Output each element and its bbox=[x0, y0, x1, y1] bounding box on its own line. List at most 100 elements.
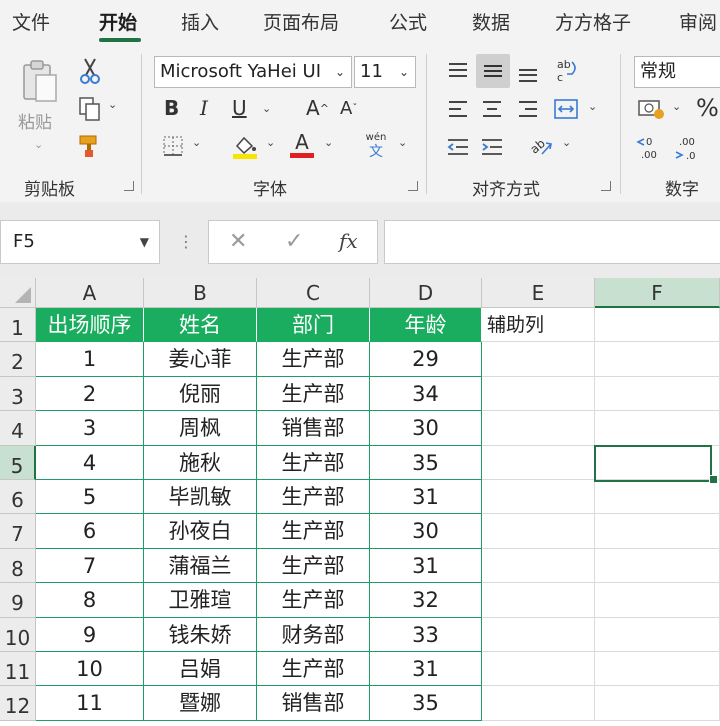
cell-f10[interactable] bbox=[595, 617, 720, 652]
cell-e3[interactable] bbox=[482, 376, 595, 412]
font-size-select[interactable]: 11 ⌄ bbox=[354, 56, 416, 88]
cell-f8[interactable] bbox=[595, 548, 720, 584]
column-header-a[interactable]: A bbox=[36, 278, 144, 308]
cell-f3[interactable] bbox=[595, 376, 720, 412]
cell-b7[interactable]: 孙夜白 bbox=[144, 514, 257, 549]
cell-c4[interactable]: 销售部 bbox=[257, 411, 370, 446]
cell-b11[interactable]: 吕娟 bbox=[144, 652, 257, 687]
cell-c1[interactable]: 部门 bbox=[257, 308, 370, 343]
cell-e12[interactable] bbox=[482, 686, 595, 721]
borders-chevron-icon[interactable]: ⌄ bbox=[192, 136, 201, 149]
row-header-3[interactable]: 3 bbox=[0, 376, 36, 412]
cell-b4[interactable]: 周枫 bbox=[144, 411, 257, 446]
cell-c6[interactable]: 生产部 bbox=[257, 480, 370, 515]
cell-f1[interactable] bbox=[595, 308, 720, 343]
column-header-e[interactable]: E bbox=[482, 278, 595, 308]
cell-e7[interactable] bbox=[482, 514, 595, 549]
cell-c5[interactable]: 生产部 bbox=[257, 445, 370, 480]
cell-a6[interactable]: 5 bbox=[36, 480, 144, 515]
copy-chevron-icon[interactable]: ⌄ bbox=[108, 98, 117, 111]
borders-icon[interactable] bbox=[160, 134, 186, 158]
cell-e2[interactable] bbox=[482, 342, 595, 377]
percent-style-button[interactable]: % bbox=[696, 94, 719, 122]
cut-icon[interactable] bbox=[76, 56, 104, 86]
cell-e11[interactable] bbox=[482, 652, 595, 687]
italic-button[interactable]: I bbox=[200, 96, 208, 120]
cell-c8[interactable]: 生产部 bbox=[257, 548, 370, 584]
decrease-indent-icon[interactable] bbox=[444, 132, 472, 162]
shrink-font-button[interactable]: Aˇ bbox=[340, 98, 357, 119]
paste-chevron-icon[interactable]: ⌄ bbox=[34, 138, 43, 151]
fill-color-icon[interactable] bbox=[230, 132, 260, 160]
cell-e9[interactable] bbox=[482, 583, 595, 618]
phonetic-chevron-icon[interactable]: ⌄ bbox=[398, 136, 407, 149]
decrease-decimal-icon[interactable]: .00 .0 bbox=[672, 132, 706, 162]
cell-a7[interactable]: 6 bbox=[36, 514, 144, 549]
underline-chevron-icon[interactable]: ⌄ bbox=[262, 102, 271, 115]
confirm-icon[interactable]: ✓ bbox=[285, 229, 303, 254]
row-header-12[interactable]: 12 bbox=[0, 686, 36, 721]
fill-handle[interactable] bbox=[709, 475, 718, 484]
phonetic-guide-button[interactable]: wén 文 bbox=[362, 130, 390, 162]
cell-c12[interactable]: 销售部 bbox=[257, 686, 370, 721]
tab-file[interactable]: 文件 bbox=[12, 8, 50, 35]
align-top-icon[interactable] bbox=[444, 56, 472, 86]
insert-function-icon[interactable]: fx bbox=[339, 229, 358, 253]
tab-home[interactable]: 开始 bbox=[99, 8, 137, 35]
cell-d2[interactable]: 29 bbox=[370, 342, 482, 377]
cell-b6[interactable]: 毕凯敏 bbox=[144, 480, 257, 515]
fill-color-chevron-icon[interactable]: ⌄ bbox=[266, 136, 275, 149]
cell-c3[interactable]: 生产部 bbox=[257, 376, 370, 412]
copy-icon[interactable] bbox=[76, 94, 104, 124]
cell-d5[interactable]: 35 bbox=[370, 445, 482, 480]
cell-f4[interactable] bbox=[595, 411, 720, 446]
font-launcher-icon[interactable] bbox=[408, 181, 418, 191]
cell-c11[interactable]: 生产部 bbox=[257, 652, 370, 687]
tab-page-layout[interactable]: 页面布局 bbox=[263, 8, 339, 35]
font-color-button[interactable]: A bbox=[288, 128, 316, 160]
cell-c7[interactable]: 生产部 bbox=[257, 514, 370, 549]
cell-d8[interactable]: 31 bbox=[370, 548, 482, 584]
cell-a2[interactable]: 1 bbox=[36, 342, 144, 377]
name-box[interactable]: F5 ▼ bbox=[0, 220, 160, 264]
column-header-f[interactable]: F bbox=[595, 278, 720, 308]
align-center-icon[interactable] bbox=[478, 94, 506, 124]
row-header-5[interactable]: 5 bbox=[0, 445, 36, 480]
paste-icon[interactable] bbox=[18, 56, 62, 106]
cell-a4[interactable]: 3 bbox=[36, 411, 144, 446]
cell-b8[interactable]: 蒲福兰 bbox=[144, 548, 257, 584]
cell-a9[interactable]: 8 bbox=[36, 583, 144, 618]
cell-c2[interactable]: 生产部 bbox=[257, 342, 370, 377]
cell-b3[interactable]: 倪丽 bbox=[144, 376, 257, 412]
row-header-1[interactable]: 1 bbox=[0, 308, 36, 343]
cell-c10[interactable]: 财务部 bbox=[257, 617, 370, 652]
cell-c9[interactable]: 生产部 bbox=[257, 583, 370, 618]
grow-font-button[interactable]: A ^ bbox=[306, 96, 329, 120]
cell-e4[interactable] bbox=[482, 411, 595, 446]
orientation-chevron-icon[interactable]: ⌄ bbox=[562, 136, 571, 149]
column-header-d[interactable]: D bbox=[370, 278, 482, 308]
cell-b5[interactable]: 施秋 bbox=[144, 445, 257, 480]
tab-ffgz[interactable]: 方方格子 bbox=[555, 8, 631, 35]
align-right-icon[interactable] bbox=[514, 94, 542, 124]
align-bottom-icon[interactable] bbox=[514, 58, 542, 88]
cell-e1[interactable]: 辅助列 bbox=[482, 308, 595, 343]
cell-e6[interactable] bbox=[482, 480, 595, 515]
tab-review[interactable]: 审阅 bbox=[679, 8, 717, 35]
cell-a11[interactable]: 10 bbox=[36, 652, 144, 687]
accounting-chevron-icon[interactable]: ⌄ bbox=[672, 100, 681, 113]
cell-f2[interactable] bbox=[595, 342, 720, 377]
number-format-select[interactable]: 常规 bbox=[634, 56, 720, 88]
bold-button[interactable]: B bbox=[164, 96, 179, 120]
column-header-b[interactable]: B bbox=[144, 278, 257, 308]
cell-f6[interactable] bbox=[595, 480, 720, 515]
cell-b9[interactable]: 卫雅瑄 bbox=[144, 583, 257, 618]
format-painter-icon[interactable] bbox=[76, 132, 104, 160]
row-header-2[interactable]: 2 bbox=[0, 342, 36, 377]
cell-d12[interactable]: 35 bbox=[370, 686, 482, 721]
row-header-8[interactable]: 8 bbox=[0, 548, 36, 584]
row-header-10[interactable]: 10 bbox=[0, 617, 36, 652]
cell-b2[interactable]: 姜心菲 bbox=[144, 342, 257, 377]
cell-a10[interactable]: 9 bbox=[36, 617, 144, 652]
formula-input[interactable] bbox=[384, 220, 720, 264]
